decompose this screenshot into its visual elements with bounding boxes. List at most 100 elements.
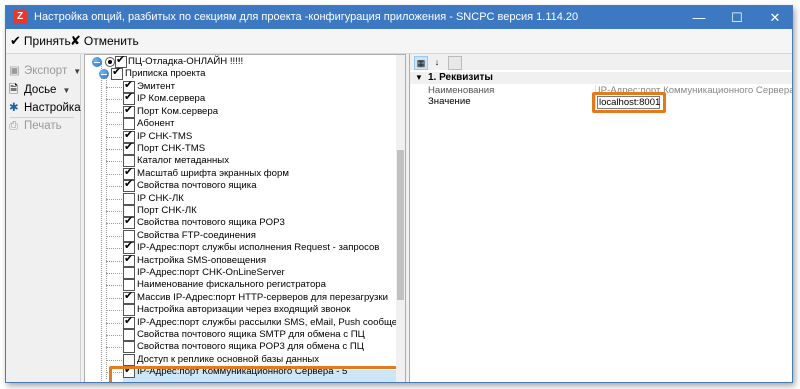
sidebar-divider: [10, 117, 74, 118]
sidebar-item-label: Печать: [24, 120, 62, 132]
sort-alphabetical-icon[interactable]: ↓: [431, 56, 443, 68]
sidebar-item-label: Экспорт: [24, 65, 68, 77]
tree-item-label: Свойства почтового ящика: [137, 180, 257, 192]
tree-item-label: Настройка SMS-оповещения: [137, 254, 267, 266]
tree-root-label: ПЦ-Отладка-ОНЛАЙН !!!!!: [128, 56, 244, 67]
collapse-icon[interactable]: [99, 69, 109, 79]
category-label: 1. Реквизиты: [428, 72, 493, 83]
tree-connector: [106, 335, 122, 336]
tree-node-label: Приписка проекта: [125, 68, 206, 79]
tree-connector: [106, 87, 122, 88]
cancel-label: Отменить: [83, 34, 139, 48]
tree-item-label: Порт CHK-ЛК: [137, 205, 197, 216]
tree-item-label: Доступ к реплике основной базы данных: [137, 353, 320, 365]
tree-checkbox[interactable]: [123, 192, 135, 205]
tree-connector: [106, 297, 122, 299]
tree-scrollbar[interactable]: [396, 55, 405, 382]
tree-item-label: IP-Адрес:порт CHK-OnLineServer: [137, 267, 285, 278]
tree-connector: [106, 149, 122, 150]
tree-checkbox[interactable]: [123, 104, 135, 118]
tree-connector: [106, 198, 122, 200]
tree-item-label: IP CHK-ЛК: [137, 192, 184, 204]
tree-item-label: Свойства FTP-соединения: [137, 229, 256, 241]
property-toolbar: ▦ ↓: [410, 54, 792, 70]
tree-item-label: Настройка авторизации через входящий зво…: [137, 304, 351, 316]
property-pages-icon[interactable]: [448, 56, 462, 70]
tree-connector: [106, 310, 122, 312]
tree-checkbox[interactable]: [123, 253, 135, 267]
printer-icon: ⎙: [9, 120, 19, 132]
tree-checkbox[interactable]: [111, 66, 123, 80]
categorized-view-icon[interactable]: ▦: [414, 56, 428, 70]
tree-checkbox[interactable]: [123, 329, 135, 341]
window-title: Настройка опций, разбитых по секциям для…: [34, 11, 579, 23]
tree-connector: [106, 186, 122, 188]
sidebar-item-print[interactable]: ⎙ Печать: [9, 120, 62, 133]
tree-connector: [106, 285, 122, 287]
tree-connector: [106, 99, 122, 101]
sidebar: ▣ Экспорт ▼ 🗎 Досье ▼ ✱ Настройка ⎙ Печать: [6, 54, 81, 382]
sidebar-item-dossier[interactable]: 🗎 Досье ▼: [9, 82, 70, 101]
tree-checkbox[interactable]: [123, 267, 135, 279]
property-name: Значение: [428, 96, 471, 107]
tree-connector: [106, 347, 122, 349]
tree-checkbox[interactable]: [123, 215, 135, 230]
tree-item-label: Свойства почтового ящика SMTP для обмена…: [137, 329, 365, 340]
app-window: Z Настройка опций, разбитых по секциям д…: [5, 5, 793, 383]
tree-connector: [106, 211, 122, 212]
tree-item-label: Свойства почтового ящика POP3 для обмена…: [137, 341, 364, 353]
minimize-button[interactable]: —: [680, 6, 718, 29]
title-bar[interactable]: Z Настройка опций, разбитых по секциям д…: [6, 6, 792, 29]
collapse-icon[interactable]: [92, 57, 102, 67]
chevron-down-icon: ▼: [62, 86, 71, 95]
scrollbar-thumb[interactable]: [397, 150, 404, 300]
tree-item-label: Порт CHK-TMS: [137, 143, 206, 154]
tree-item-label: IP Ком.сервера: [137, 93, 206, 105]
tree-item-label: IP-Адрес:порт службы исполнения Request …: [137, 242, 380, 254]
value-input-highlight: [592, 92, 666, 113]
app-logo-icon: Z: [13, 10, 27, 24]
close-button[interactable]: ✕: [756, 6, 792, 29]
property-grid: ▦ ↓ ▼ 1. Реквизиты Наименования IP-Адрес…: [409, 54, 792, 382]
tree-connector: [106, 173, 122, 175]
accept-label: Принять: [23, 34, 71, 48]
tree-connector: [106, 161, 122, 163]
tree-item-label: IP CHK-TMS: [137, 130, 193, 142]
toolbar: ✔ Принять ✘ Отменить: [6, 29, 792, 54]
export-icon: ▣: [9, 65, 20, 77]
cross-icon: ✘: [70, 33, 81, 48]
tree-connector: [106, 235, 122, 237]
tree-item-label: Порт Ком.сервера: [137, 105, 219, 117]
tree-checkbox[interactable]: [123, 141, 135, 155]
tree-connector: [106, 75, 107, 379]
tree-checkbox[interactable]: [123, 315, 135, 329]
tree-connector: [101, 63, 102, 382]
tree-connector: [106, 111, 122, 113]
sidebar-item-settings[interactable]: ✱ Настройка: [9, 100, 81, 114]
tree-connector: [106, 359, 122, 361]
tree-connector: [106, 223, 122, 225]
tree-item-label: Каталог метаданных: [137, 155, 229, 167]
tree-item-label: Наименование фискального регистратора: [137, 279, 326, 291]
property-category[interactable]: ▼ 1. Реквизиты: [410, 72, 792, 84]
cancel-button[interactable]: ✘ Отменить: [70, 33, 139, 49]
tree-item-label: Масштаб шрифта экранных форм: [137, 167, 289, 179]
tree-connector: [106, 273, 122, 274]
accept-button[interactable]: ✔ Принять: [10, 33, 71, 49]
checkmark-icon: ✔: [10, 33, 21, 48]
tree-checkbox[interactable]: [123, 290, 135, 304]
tree-item-label: Абонент: [137, 118, 175, 130]
sidebar-item-export[interactable]: ▣ Экспорт ▼: [9, 63, 81, 77]
chevron-down-icon: ▼: [73, 67, 82, 76]
tree-item-label: Эмитент: [137, 81, 176, 92]
options-tree[interactable]: ПЦ-Отладка-ОНЛАЙН !!!!! Приписка проекта…: [84, 54, 406, 382]
sidebar-item-label: Досье: [24, 84, 57, 96]
tree-checkbox[interactable]: [123, 341, 135, 354]
tree-connector: [106, 248, 122, 250]
tree-connector: [106, 322, 122, 324]
sidebar-item-label: Настройка: [24, 102, 81, 114]
chevron-down-icon: ▼: [415, 73, 423, 82]
maximize-button[interactable]: ☐: [718, 6, 756, 29]
tree-connector: [106, 260, 122, 262]
tree-checkbox[interactable]: [123, 178, 135, 193]
